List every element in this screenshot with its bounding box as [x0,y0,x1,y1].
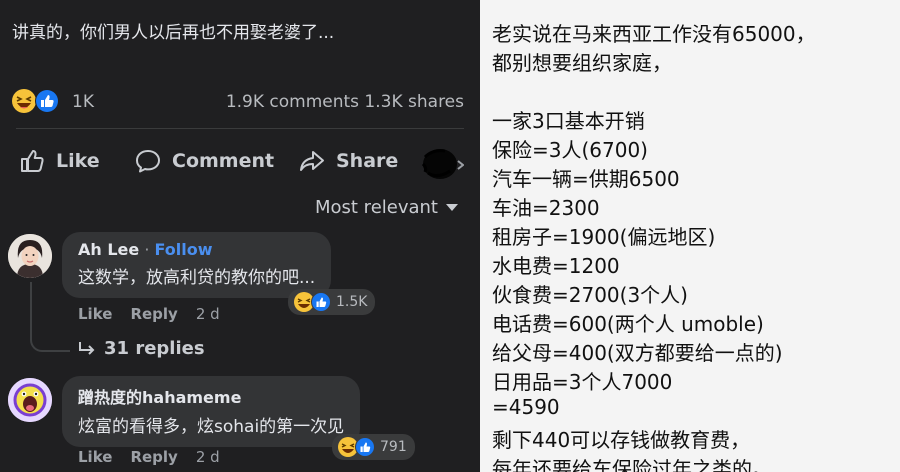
comment-like-link[interactable]: Like [78,448,112,466]
like-icon [35,89,59,113]
post-text: 讲真的，你们男人以后再也不用娶老婆了... [12,23,335,43]
haha-like-icons [294,292,331,312]
reaction-icons[interactable] [10,86,62,116]
view-replies-link[interactable]: 31 replies [78,338,205,359]
comment-text: 这数学，放高利贷的教你的吧... [78,268,316,288]
comment-reply-link[interactable]: Reply [130,448,177,466]
comment-actions: Like Reply 2 d [78,448,220,466]
avatar-image [8,378,52,422]
note-line: 给父母=400(双方都要给一点的) [492,341,783,365]
note-line: 租房子=1900(偏远地区) [492,225,716,249]
divider [16,128,464,129]
comment-button[interactable]: Comment [134,145,274,177]
note-line: 老实说在马来西亚工作没有65000， [492,22,816,46]
comment-author-line: Ah Lee · Follow [78,240,213,259]
thumbs-up-icon [21,150,44,172]
comment-actions: Like Reply 2 d [78,305,220,323]
comment-like-link[interactable]: Like [78,305,112,323]
facebook-post-panel: 讲真的，你们男人以后再也不用娶老婆了... 1K 1.9K comments 1… [0,0,480,472]
note-line: 每年还要给车保险过年之类的。 [492,457,772,472]
censor-scribble [421,149,464,179]
note-line: 汽车一辆=供期6500 [492,167,680,191]
like-label: Like [56,150,100,172]
reply-arrow-icon [79,341,95,355]
comment-bubble: Ah Lee · Follow 这数学，放高利贷的教你的吧... [62,232,332,298]
comment-author[interactable]: 蹭热度的hahameme [78,384,344,408]
note-line: 伙食费=2700(3个人) [492,283,688,307]
comment-author[interactable]: Ah Lee [78,240,139,259]
comment-bubble: 蹭热度的hahameme 炫富的看得多，炫sohai的第一次见 [62,376,361,447]
share-button[interactable]: Share [298,145,398,177]
share-icon [300,151,324,171]
share-label: Share [336,150,399,172]
note-line: 车油=2300 [492,196,600,220]
follow-link[interactable]: Follow [155,240,213,259]
caret-down-icon [446,203,458,211]
comment-reactions[interactable]: 791 [332,434,415,460]
comment-text: 炫富的看得多，炫sohai的第一次见 [78,417,345,437]
note-line: 保险=3人(6700) [492,138,648,162]
avatar[interactable] [8,378,52,422]
avatar[interactable] [8,234,52,278]
comment-reaction-count: 791 [380,439,407,455]
post-stats[interactable]: 1.9K comments 1.3K shares [226,92,464,112]
comment-icon [136,150,160,173]
comment-reaction-count: 1.5K [336,294,368,310]
note-line: 日用品=3个人7000 [492,370,673,394]
comment-label: Comment [172,150,275,172]
note-screenshot-panel: 老实说在马来西亚工作没有65000， 都别想要组织家庭， 一家3口基本开销 保险=3人… [480,0,900,472]
thread-line [30,282,70,352]
note-line: 水电费=1200 [492,254,620,278]
sort-label: Most relevant [314,197,438,218]
reaction-count[interactable]: 1K [72,92,94,112]
note-line: 剩下440可以存钱做教育费， [492,428,751,452]
haha-like-icons [338,437,375,457]
avatar-image [8,234,52,278]
like-button[interactable]: Like [18,145,100,177]
sort-dropdown[interactable]: Most relevant [315,197,458,218]
note-line: 一家3口基本开销 [492,109,645,133]
note-line: =4590 [492,395,560,419]
haha-icon [12,89,36,113]
comment-time[interactable]: 2 d [196,448,220,466]
note-line: 电话费=600(两个人 umoble) [492,312,764,336]
comment-reactions[interactable]: 1.5K [288,289,376,315]
comment-reply-link[interactable]: Reply [130,305,177,323]
note-line: 都别想要组织家庭， [492,51,672,75]
comment-time[interactable]: 2 d [196,305,220,323]
replies-count: 31 replies [104,338,205,359]
